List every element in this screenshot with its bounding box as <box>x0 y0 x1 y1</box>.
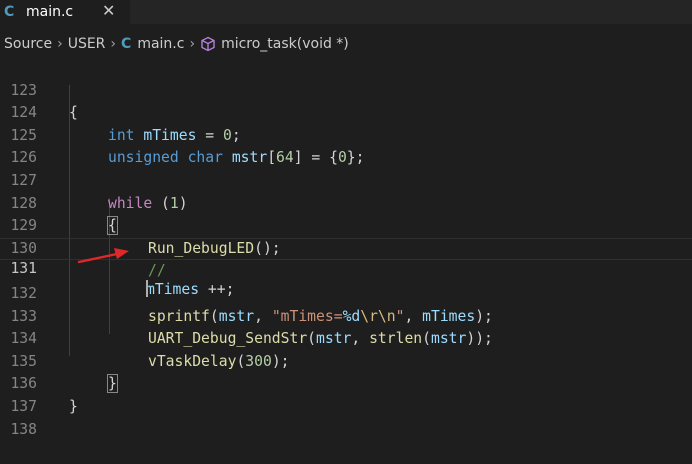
breadcrumb-item-source[interactable]: Source <box>4 36 52 52</box>
tab-main-c[interactable]: C main.c ✕ <box>0 0 130 24</box>
code-line[interactable]: 125 unsigned char mstr[64] = {0}; <box>0 102 692 167</box>
chevron-right-icon: › <box>189 36 196 52</box>
c-file-icon: C <box>121 36 132 52</box>
code-line[interactable]: 133 UART_Debug_SendStr(mstr, strlen(mstr… <box>0 283 692 348</box>
code-line[interactable]: 126 <box>0 125 692 166</box>
chevron-right-icon: › <box>57 36 63 52</box>
close-icon[interactable]: ✕ <box>102 1 115 20</box>
method-cube-icon <box>200 36 216 52</box>
code-line[interactable]: 129 Run_DebugLED(); <box>0 193 692 257</box>
code-line[interactable]: 136 } <box>0 351 692 415</box>
code-line[interactable]: 135 } <box>0 328 692 394</box>
code-line[interactable]: 138 <box>0 396 692 438</box>
code-line[interactable]: 124 int mTimes = 0; <box>0 80 692 144</box>
breadcrumb: Source › USER › C main.c › micro_task(vo… <box>0 33 692 55</box>
annotation-arrow-icon <box>77 248 129 264</box>
code-line[interactable]: 137 <box>0 373 692 415</box>
chevron-right-icon: › <box>110 36 117 52</box>
c-file-icon: C <box>4 4 15 20</box>
code-line[interactable]: 123 { <box>0 57 692 122</box>
breadcrumb-item-user[interactable]: USER <box>68 36 106 52</box>
tab-bar: C main.c ✕ <box>0 0 692 24</box>
line-number: 138 <box>10 420 37 438</box>
code-line[interactable]: 130 // <box>0 215 692 280</box>
tab-label: main.c <box>26 4 74 20</box>
code-line[interactable]: 134 vTaskDelay(300); <box>0 306 692 370</box>
breadcrumb-item-file[interactable]: main.c <box>137 36 184 52</box>
breadcrumb-item-function[interactable]: micro_task(void *) <box>221 36 349 52</box>
code-line[interactable]: 128 { <box>0 170 692 236</box>
code-line[interactable]: 127 while (1) <box>0 147 692 212</box>
